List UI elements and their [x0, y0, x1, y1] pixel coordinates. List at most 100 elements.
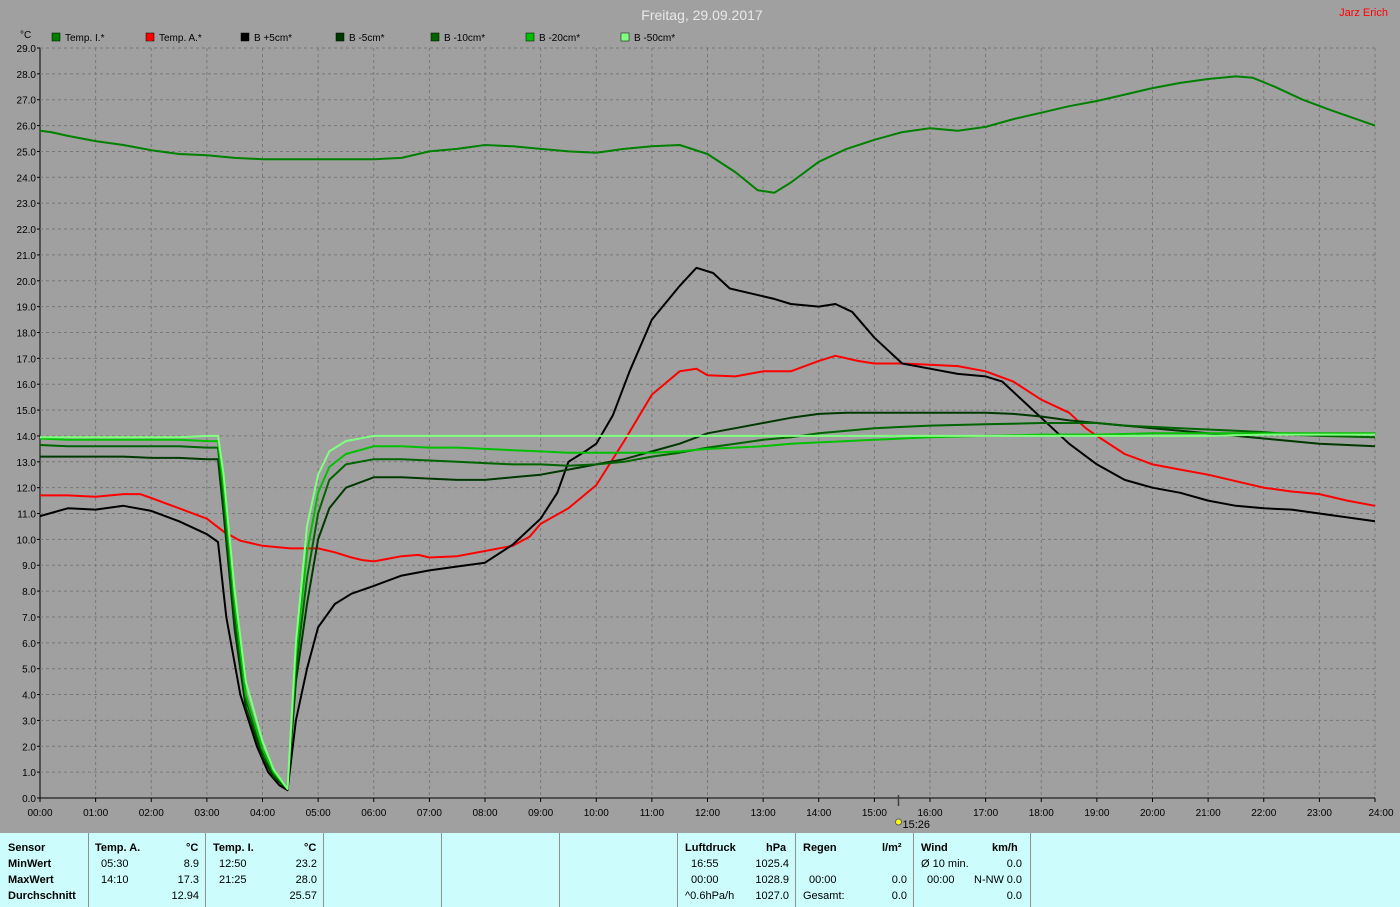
sensor-header: Sensor [8, 842, 46, 854]
y-tick-label: 29.0 [17, 44, 37, 55]
y-tick-label: 22.0 [17, 225, 37, 236]
pressure-average: 1027.0 [755, 890, 789, 902]
y-tick-label: 19.0 [17, 303, 37, 314]
chart-title: Freitag, 29.09.2017 [641, 7, 763, 23]
column-divider [323, 833, 324, 907]
y-tick-label: 11.0 [17, 510, 36, 521]
y-tick-label: 15.0 [17, 406, 37, 417]
x-tick-label: 12:00 [695, 808, 720, 819]
wind-max-direction: N-NW [974, 874, 1004, 886]
temp-i-header: Temp. I. [213, 842, 254, 854]
rain-total-label: Gesamt: [803, 890, 845, 902]
y-tick-label: 12.0 [17, 484, 37, 495]
x-tick-label: 23:00 [1307, 808, 1332, 819]
x-tick-label: 18:00 [1029, 808, 1054, 819]
x-tick-label: 10:00 [584, 808, 609, 819]
temp-i-min-value: 23.2 [295, 858, 317, 870]
rain-total-value: 0.0 [891, 890, 907, 902]
wind-unit: km/h [992, 842, 1018, 854]
y-tick-label: 23.0 [17, 199, 37, 210]
x-tick-label: 14:00 [806, 808, 831, 819]
legend-swatch [335, 32, 345, 42]
x-tick-label: 09:00 [528, 808, 553, 819]
pressure-max-value: 1028.9 [755, 874, 789, 886]
legend-label: B -20cm* [539, 33, 580, 44]
column-divider [559, 833, 560, 907]
y-tick-label: 16.0 [17, 380, 37, 391]
statistics-panel: Sensor MinWert MaxWert Durchschnitt Temp… [0, 833, 1400, 907]
temp-i-unit: °C [304, 842, 317, 854]
legend-swatch [430, 32, 440, 42]
y-tick-label: 3.0 [22, 716, 36, 727]
cursor-marker-icon [894, 818, 902, 826]
x-tick-label: 13:00 [751, 808, 776, 819]
x-tick-label: 03:00 [194, 808, 219, 819]
pressure-unit: hPa [766, 842, 787, 854]
y-tick-label: 8.0 [22, 587, 36, 598]
x-tick-label: 07:00 [417, 808, 442, 819]
temp-a-header: Temp. A. [95, 842, 141, 854]
x-tick-label: 00:00 [27, 808, 52, 819]
y-tick-label: 27.0 [17, 96, 37, 107]
legend-label: B -50cm* [634, 33, 675, 44]
pressure-header: Luftdruck [685, 842, 736, 854]
rain-unit: l/m² [882, 842, 902, 854]
x-tick-label: 05:00 [306, 808, 331, 819]
y-tick-label: 28.0 [17, 70, 37, 81]
pressure-min-time: 16:55 [691, 858, 719, 870]
y-tick-label: 18.0 [17, 328, 37, 339]
y-tick-label: 1.0 [22, 768, 36, 779]
temp-a-max-time: 14:10 [101, 874, 129, 886]
pressure-trend: ^0.6hPa/h [685, 890, 735, 902]
x-tick-label: 06:00 [361, 808, 386, 819]
x-tick-label: 21:00 [1196, 808, 1221, 819]
temp-i-min-time: 12:50 [219, 858, 247, 870]
minwert-label: MinWert [8, 858, 52, 870]
x-tick-label: 19:00 [1084, 808, 1109, 819]
x-tick-label: 08:00 [472, 808, 497, 819]
column-divider [913, 833, 914, 907]
y-tick-label: 21.0 [17, 251, 37, 262]
y-tick-label: 6.0 [22, 639, 36, 650]
temp-a-min-time: 05:30 [101, 858, 129, 870]
legend-swatch [525, 32, 535, 42]
y-tick-label: 7.0 [22, 613, 36, 624]
legend-label: B -10cm* [444, 33, 485, 44]
legend-swatch [620, 32, 630, 42]
y-tick-label: 17.0 [17, 354, 37, 365]
temp-a-unit: °C [186, 842, 199, 854]
column-divider [88, 833, 89, 907]
y-tick-label: 0.0 [22, 794, 36, 805]
x-tick-label: 15:00 [862, 808, 887, 819]
temp-i-max-value: 28.0 [295, 874, 317, 886]
x-tick-label: 24:00 [1368, 808, 1393, 819]
y-tick-label: 4.0 [22, 691, 36, 702]
temp-a-average: 12.94 [171, 890, 199, 902]
x-tick-label: 02:00 [139, 808, 164, 819]
column-divider [795, 833, 796, 907]
y-tick-label: 13.0 [17, 458, 37, 469]
legend-label: B +5cm* [254, 33, 292, 44]
y-tick-label: 9.0 [22, 561, 36, 572]
y-tick-label: 5.0 [22, 665, 36, 676]
y-tick-label: 10.0 [17, 535, 37, 546]
temp-i-average: 25.57 [289, 890, 317, 902]
pressure-max-time: 00:00 [691, 874, 719, 886]
column-divider [677, 833, 678, 907]
legend-label: Temp. I.* [65, 33, 105, 44]
maxwert-label: MaxWert [8, 874, 54, 886]
legend-swatch [51, 32, 61, 42]
x-tick-label: 16:00 [917, 808, 942, 819]
wind-max-value: 0.0 [1006, 874, 1022, 886]
temp-a-max-value: 17.3 [177, 874, 199, 886]
rain-max-value: 0.0 [891, 874, 907, 886]
wind-header: Wind [921, 842, 948, 854]
legend-label: Temp. A.* [159, 33, 202, 44]
x-tick-label: 20:00 [1140, 808, 1165, 819]
wind-third-value: 0.0 [1006, 890, 1022, 902]
column-divider [441, 833, 442, 907]
y-tick-label: 26.0 [17, 122, 37, 133]
temperature-chart: Freitag, 29.09.2017 Jarz Erich °C 0.0 1.0… [0, 0, 1400, 833]
rain-header: Regen [803, 842, 837, 854]
legend-label: B -5cm* [349, 33, 385, 44]
